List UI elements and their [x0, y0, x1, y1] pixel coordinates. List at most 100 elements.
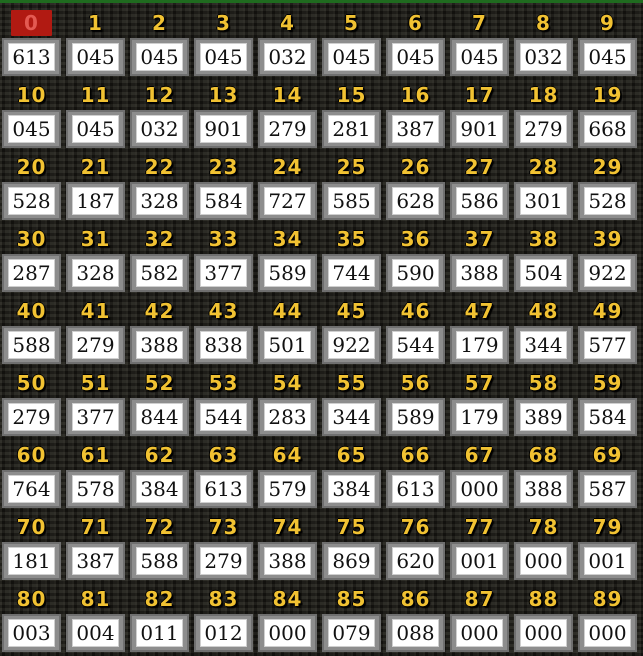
grid-cell[interactable]: 58 389: [512, 367, 575, 439]
grid-cell[interactable]: 75 869: [320, 511, 383, 583]
grid-cell[interactable]: 63 613: [192, 439, 255, 511]
grid-cell[interactable]: 60 764: [0, 439, 63, 511]
grid-cell[interactable]: 53 544: [192, 367, 255, 439]
grid-cell[interactable]: 10 045: [0, 79, 63, 151]
cell-value: 328: [72, 259, 119, 287]
grid-cell[interactable]: 56 589: [384, 367, 447, 439]
grid-cell[interactable]: 30 287: [0, 223, 63, 295]
grid-cell[interactable]: 31 328: [64, 223, 127, 295]
grid-cell[interactable]: 55 344: [320, 367, 383, 439]
grid-cell[interactable]: 20 528: [0, 151, 63, 223]
grid-cell[interactable]: 29 528: [576, 151, 639, 223]
grid-cell[interactable]: 23 584: [192, 151, 255, 223]
cell-value: 287: [8, 259, 55, 287]
grid-cell[interactable]: 6 045: [384, 7, 447, 79]
grid-cell[interactable]: 77 001: [448, 511, 511, 583]
grid-cell[interactable]: 16 387: [384, 79, 447, 151]
grid-cell[interactable]: 11 045: [64, 79, 127, 151]
grid-cell[interactable]: 13 901: [192, 79, 255, 151]
grid-cell[interactable]: 45 922: [320, 295, 383, 367]
grid-cell[interactable]: 2 045: [128, 7, 191, 79]
grid-cell[interactable]: 59 584: [576, 367, 639, 439]
grid-cell[interactable]: 44 501: [256, 295, 319, 367]
grid-cell[interactable]: 68 388: [512, 439, 575, 511]
grid-cell[interactable]: 46 544: [384, 295, 447, 367]
grid-cell[interactable]: 26 628: [384, 151, 447, 223]
cell-value: 584: [200, 187, 247, 215]
grid-cell[interactable]: 37 388: [448, 223, 511, 295]
grid-cell[interactable]: 21 187: [64, 151, 127, 223]
grid-cell[interactable]: 64 579: [256, 439, 319, 511]
grid-cell[interactable]: 35 744: [320, 223, 383, 295]
grid-cell[interactable]: 67 000: [448, 439, 511, 511]
grid-cell[interactable]: 54 283: [256, 367, 319, 439]
grid-cell[interactable]: 86 088: [384, 583, 447, 655]
grid-cell[interactable]: 66 613: [384, 439, 447, 511]
grid-cell[interactable]: 84 000: [256, 583, 319, 655]
grid-cell[interactable]: 52 844: [128, 367, 191, 439]
grid-cell[interactable]: 28 301: [512, 151, 575, 223]
grid-cell[interactable]: 9 045: [576, 7, 639, 79]
grid-cell[interactable]: 62 384: [128, 439, 191, 511]
grid-cell[interactable]: 65 384: [320, 439, 383, 511]
grid-cell[interactable]: 34 589: [256, 223, 319, 295]
grid-cell[interactable]: 0 613: [0, 7, 63, 79]
grid-cell[interactable]: 87 000: [448, 583, 511, 655]
grid-cell[interactable]: 25 585: [320, 151, 383, 223]
grid-cell[interactable]: 89 000: [576, 583, 639, 655]
grid-cell[interactable]: 4 032: [256, 7, 319, 79]
grid-cell[interactable]: 19 668: [576, 79, 639, 151]
grid-cell[interactable]: 18 279: [512, 79, 575, 151]
grid-cell[interactable]: 33 377: [192, 223, 255, 295]
cell-value: 584: [584, 403, 631, 431]
grid-cell[interactable]: 17 901: [448, 79, 511, 151]
grid-cell[interactable]: 14 279: [256, 79, 319, 151]
cell-value-frame: 045: [66, 38, 125, 76]
grid-cell[interactable]: 50 279: [0, 367, 63, 439]
grid-cell[interactable]: 39 922: [576, 223, 639, 295]
cell-value: 528: [8, 187, 55, 215]
grid-cell[interactable]: 38 504: [512, 223, 575, 295]
cell-value: 528: [584, 187, 631, 215]
grid-cell[interactable]: 36 590: [384, 223, 447, 295]
grid-cell[interactable]: 70 181: [0, 511, 63, 583]
grid-cell[interactable]: 32 582: [128, 223, 191, 295]
grid-cell[interactable]: 80 003: [0, 583, 63, 655]
grid-cell[interactable]: 78 000: [512, 511, 575, 583]
grid-cell[interactable]: 79 001: [576, 511, 639, 583]
grid-cell[interactable]: 5 045: [320, 7, 383, 79]
grid-cell[interactable]: 40 588: [0, 295, 63, 367]
grid-cell[interactable]: 72 588: [128, 511, 191, 583]
grid-cell[interactable]: 43 838: [192, 295, 255, 367]
grid-cell[interactable]: 83 012: [192, 583, 255, 655]
grid-cell[interactable]: 15 281: [320, 79, 383, 151]
grid-cell[interactable]: 22 328: [128, 151, 191, 223]
grid-cell[interactable]: 7 045: [448, 7, 511, 79]
grid-cell[interactable]: 88 000: [512, 583, 575, 655]
cell-number-label: 65: [336, 443, 367, 467]
grid-cell[interactable]: 51 377: [64, 367, 127, 439]
grid-cell[interactable]: 8 032: [512, 7, 575, 79]
grid-cell[interactable]: 61 578: [64, 439, 127, 511]
cell-value-frame: 045: [386, 38, 445, 76]
grid-cell[interactable]: 47 179: [448, 295, 511, 367]
grid-cell[interactable]: 71 387: [64, 511, 127, 583]
grid-cell[interactable]: 1 045: [64, 7, 127, 79]
grid-cell[interactable]: 27 586: [448, 151, 511, 223]
grid-cell[interactable]: 49 577: [576, 295, 639, 367]
grid-cell[interactable]: 73 279: [192, 511, 255, 583]
grid-cell[interactable]: 57 179: [448, 367, 511, 439]
grid-cell[interactable]: 24 727: [256, 151, 319, 223]
grid-cell[interactable]: 42 388: [128, 295, 191, 367]
grid-cell[interactable]: 3 045: [192, 7, 255, 79]
grid-cell[interactable]: 12 032: [128, 79, 191, 151]
grid-cell[interactable]: 82 011: [128, 583, 191, 655]
grid-cell[interactable]: 69 587: [576, 439, 639, 511]
grid-cell[interactable]: 81 004: [64, 583, 127, 655]
grid-cell[interactable]: 74 388: [256, 511, 319, 583]
grid-cell[interactable]: 85 079: [320, 583, 383, 655]
grid-cell[interactable]: 48 344: [512, 295, 575, 367]
grid-cell[interactable]: 41 279: [64, 295, 127, 367]
cell-number-label: 43: [208, 299, 239, 323]
grid-cell[interactable]: 76 620: [384, 511, 447, 583]
